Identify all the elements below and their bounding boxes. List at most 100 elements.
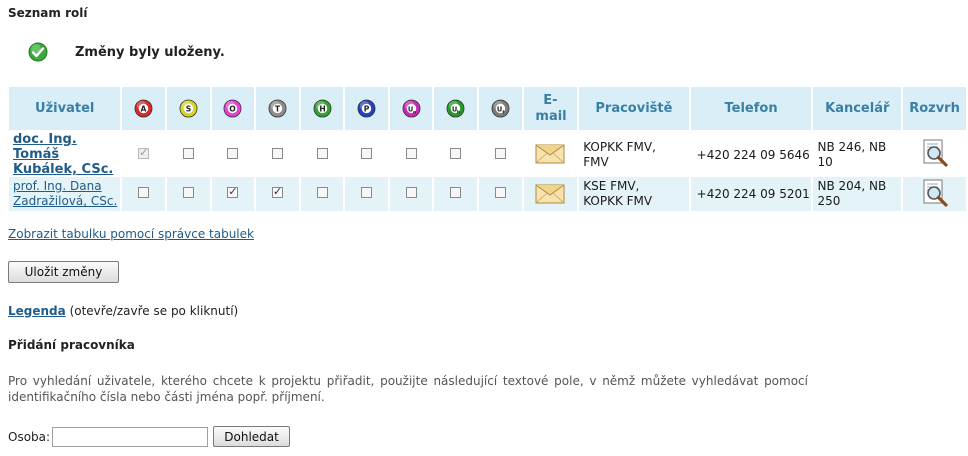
phone-cell-text: +420 224 09 5201: [696, 187, 810, 201]
svg-text:T: T: [275, 104, 281, 113]
role-ut-icon: Ut: [491, 99, 510, 118]
role-header-3: T: [256, 87, 299, 132]
envelope-icon: [535, 144, 565, 164]
svg-text:O: O: [230, 104, 237, 113]
role-checkbox[interactable]: [405, 187, 417, 198]
legend-hint: (otevře/zavře se po kliknutí): [65, 304, 239, 318]
search-button[interactable]: Dohledat: [213, 426, 291, 447]
svg-text:P: P: [364, 104, 370, 113]
role-cell: [300, 132, 344, 177]
work-cell-text: FMV: [583, 154, 609, 169]
col-office-header[interactable]: Kancelář: [813, 87, 902, 132]
role-checkbox[interactable]: [271, 185, 283, 198]
show-table-manager-link[interactable]: Zobrazit tabulku pomocí správce tabulek: [8, 227, 254, 241]
role-checkbox[interactable]: [405, 147, 417, 159]
role-cell: [389, 177, 433, 211]
role-header-1: S: [167, 87, 210, 132]
role-a-icon: A: [134, 99, 153, 118]
office-cell-text: NB 204, NB: [817, 179, 887, 193]
role-cell: [122, 177, 165, 211]
role-checkbox[interactable]: [138, 187, 150, 198]
schedule-search-icon: [923, 179, 948, 207]
success-message: Změny byly uloženy.: [75, 44, 225, 60]
email-cell[interactable]: [523, 132, 578, 177]
add-worker-help: Pro vyhledání uživatele, kterého chcete …: [8, 374, 808, 404]
checkmark-icon: [28, 42, 48, 62]
user-name-line1: doc. Ing. Tomáš: [13, 132, 77, 162]
col-work-header[interactable]: Pracoviště: [579, 87, 689, 132]
user-name-link[interactable]: doc. Ing. Tomáš Kubálek, CSc.: [9, 132, 120, 177]
work-cell-text: KSE FMV,: [583, 179, 640, 193]
schedule-search-icon: [923, 139, 948, 167]
table-row: doc. Ing. TomášKubálek, CSc. KOPKK FMV,FM…: [9, 132, 966, 177]
role-header-7: Uh: [434, 87, 478, 132]
role-cell: [256, 177, 299, 211]
user-name-link[interactable]: prof. Ing. Dana Zadražilová, CSc.: [9, 179, 120, 209]
schedule-cell[interactable]: [903, 177, 966, 211]
table-header-row: Uživatel A S O T H P Uo Uh Ut E-mail Pracoviště T…: [9, 87, 966, 132]
role-checkbox[interactable]: [227, 185, 239, 198]
email-cell[interactable]: [523, 177, 578, 211]
role-cell: [345, 132, 388, 177]
role-header-5: P: [345, 87, 388, 132]
role-cell: [300, 177, 344, 211]
add-worker-title: Přidání pracovníka: [8, 338, 135, 352]
role-checkbox[interactable]: [361, 147, 373, 159]
svg-text:U: U: [497, 105, 502, 113]
role-header-6: Uo: [389, 87, 433, 132]
role-checkbox[interactable]: [494, 147, 506, 159]
role-header-8: Ut: [479, 87, 522, 132]
role-cell: [211, 132, 255, 177]
role-cell: [479, 132, 522, 177]
office-cell: NB 204, NB 250: [813, 177, 902, 211]
person-label: Osoba:: [8, 429, 51, 444]
user-name-line2: Kubálek, CSc.: [13, 162, 114, 177]
role-checkbox[interactable]: [271, 147, 283, 159]
user-name-line1: prof. Ing. Dana: [13, 179, 102, 193]
user-cell: doc. Ing. Tomáš Kubálek, CSc.: [9, 132, 121, 177]
table-row: prof. Ing. DanaZadražilová, CSc. KSE FMV,…: [9, 177, 966, 211]
col-phone-header[interactable]: Telefon: [690, 87, 812, 132]
col-user-header[interactable]: Uživatel: [9, 87, 121, 132]
role-header-2: O: [211, 87, 255, 132]
role-checkbox: [138, 146, 150, 159]
role-checkbox[interactable]: [316, 147, 328, 159]
role-uh-icon: Uh: [446, 99, 465, 118]
role-cell: [167, 132, 210, 177]
office-cell-text: 250: [817, 194, 841, 208]
role-checkbox[interactable]: [316, 187, 328, 198]
role-cell: [434, 177, 478, 211]
role-checkbox[interactable]: [182, 147, 194, 159]
legend-link[interactable]: Legenda: [8, 304, 66, 318]
phone-cell: +420 224 09 5201: [690, 177, 812, 211]
role-o-icon: O: [223, 99, 242, 118]
col-schedule-header: Rozvrh: [903, 87, 966, 132]
roles-table: Uživatel A S O T H P Uo Uh Ut E-mail Pracoviště T…: [7, 87, 968, 211]
role-cell: [345, 177, 388, 211]
svg-text:H: H: [319, 104, 325, 113]
role-cell: [167, 177, 210, 211]
role-cell: [256, 132, 299, 177]
office-cell-text: NB 246, NB: [817, 139, 887, 154]
role-checkbox[interactable]: [494, 187, 506, 198]
svg-text:A: A: [141, 104, 147, 113]
svg-text:h: h: [457, 109, 461, 115]
role-cell: [122, 132, 165, 177]
schedule-cell[interactable]: [903, 132, 966, 177]
save-changes-button[interactable]: Uložit změny: [8, 261, 119, 283]
role-checkbox[interactable]: [450, 147, 462, 159]
user-name-line2: Zadražilová, CSc.: [13, 194, 118, 208]
role-checkbox[interactable]: [361, 187, 373, 198]
role-header-0: A: [122, 87, 165, 132]
col-email-header: E-mail: [523, 87, 578, 132]
phone-cell: +420 224 09 5646: [690, 132, 812, 177]
work-cell-text: KOPKK FMV,: [583, 139, 656, 154]
office-cell-text: 10: [817, 154, 833, 169]
role-h-icon: H: [313, 99, 331, 118]
work-cell: KSE FMV, KOPKK FMV: [579, 177, 689, 211]
role-checkbox[interactable]: [227, 147, 239, 159]
person-search-row: Osoba: Dohledat: [8, 426, 291, 447]
role-checkbox[interactable]: [182, 187, 194, 198]
role-checkbox[interactable]: [450, 187, 462, 198]
person-input[interactable]: [52, 426, 209, 447]
